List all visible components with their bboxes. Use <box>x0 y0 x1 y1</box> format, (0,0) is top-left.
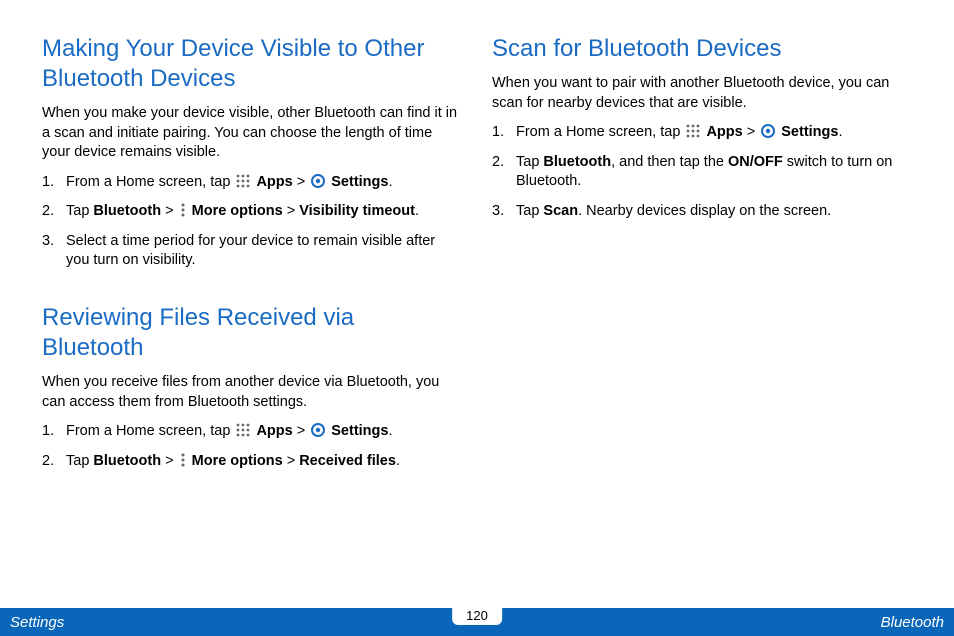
heading-visibility: Making Your Device Visible to Other Blue… <box>42 34 462 94</box>
settings-label: Settings <box>331 174 388 190</box>
step: Select a time period for your device to … <box>42 232 462 271</box>
text: . Nearby devices display on the screen. <box>578 203 831 219</box>
text: , and then tap the <box>611 154 728 170</box>
heading-scan: Scan for Bluetooth Devices <box>492 34 912 64</box>
step: From a Home screen, tap Apps > Settings. <box>42 422 462 442</box>
steps-scan: From a Home screen, tap Apps > Settings.… <box>492 123 912 221</box>
text: Tap <box>516 203 543 219</box>
step: From a Home screen, tap Apps > Settings. <box>42 173 462 193</box>
page-content: Making Your Device Visible to Other Blue… <box>0 0 954 598</box>
settings-icon <box>310 422 326 438</box>
intro-scan: When you want to pair with another Bluet… <box>492 74 912 113</box>
text: From a Home screen, tap <box>516 124 684 140</box>
apps-label: Apps <box>256 423 292 439</box>
onoff-label: ON/OFF <box>728 154 783 170</box>
bluetooth-label: Bluetooth <box>93 203 161 219</box>
bluetooth-label: Bluetooth <box>93 453 161 469</box>
text: > <box>161 203 178 219</box>
text: > <box>283 453 300 469</box>
step: Tap Scan. Nearby devices display on the … <box>492 202 912 222</box>
text: . <box>396 453 400 469</box>
intro-reviewing: When you receive files from another devi… <box>42 373 462 412</box>
footer-section: Settings <box>10 614 64 631</box>
text: . <box>388 174 392 190</box>
settings-label: Settings <box>331 423 388 439</box>
text: > <box>283 203 300 219</box>
settings-icon <box>310 173 326 189</box>
step: Tap Bluetooth, and then tap the ON/OFF s… <box>492 153 912 192</box>
step: Tap Bluetooth > More options > Received … <box>42 452 462 472</box>
text: From a Home screen, tap <box>66 174 234 190</box>
received-files-label: Received files <box>299 453 396 469</box>
more-options-label: More options <box>192 453 283 469</box>
more-options-icon <box>179 452 187 468</box>
apps-label: Apps <box>256 174 292 190</box>
intro-visibility: When you make your device visible, other… <box>42 104 462 163</box>
steps-visibility: From a Home screen, tap Apps > Settings.… <box>42 173 462 271</box>
visibility-timeout-label: Visibility timeout <box>299 203 415 219</box>
text: > <box>743 124 760 140</box>
right-column: Scan for Bluetooth Devices When you want… <box>492 34 912 598</box>
apps-icon <box>235 173 251 189</box>
scan-label: Scan <box>543 203 578 219</box>
page-number: 120 <box>452 607 502 625</box>
settings-label: Settings <box>781 124 838 140</box>
apps-label: Apps <box>706 124 742 140</box>
footer-topic: Bluetooth <box>881 614 944 631</box>
more-options-icon <box>179 202 187 218</box>
text: > <box>293 174 310 190</box>
text: Tap <box>516 154 543 170</box>
text: . <box>838 124 842 140</box>
page-footer: Settings 120 Bluetooth <box>0 608 954 636</box>
text: Tap <box>66 203 93 219</box>
steps-reviewing: From a Home screen, tap Apps > Settings.… <box>42 422 462 471</box>
left-column: Making Your Device Visible to Other Blue… <box>42 34 462 598</box>
step: From a Home screen, tap Apps > Settings. <box>492 123 912 143</box>
heading-reviewing: Reviewing Files Received via Bluetooth <box>42 303 462 363</box>
text: > <box>161 453 178 469</box>
text: . <box>388 423 392 439</box>
bluetooth-label: Bluetooth <box>543 154 611 170</box>
text: From a Home screen, tap <box>66 423 234 439</box>
apps-icon <box>685 123 701 139</box>
more-options-label: More options <box>192 203 283 219</box>
apps-icon <box>235 422 251 438</box>
text: . <box>415 203 419 219</box>
text: > <box>293 423 310 439</box>
settings-icon <box>760 123 776 139</box>
text: Tap <box>66 453 93 469</box>
step: Tap Bluetooth > More options > Visibilit… <box>42 202 462 222</box>
